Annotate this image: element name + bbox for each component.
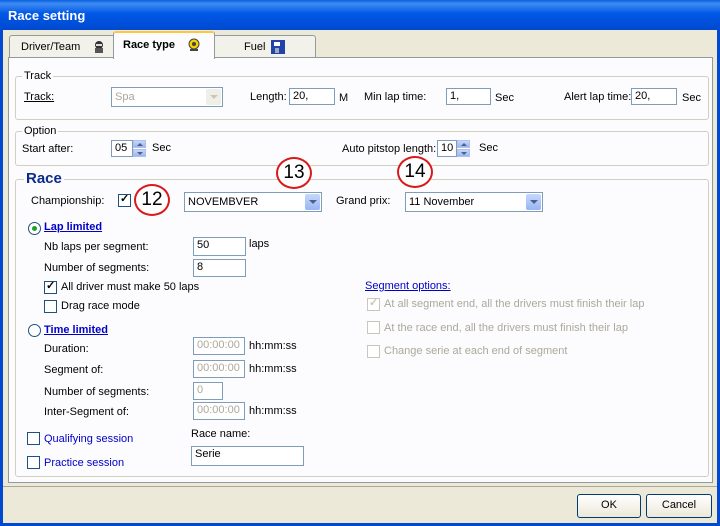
race-end-label: At the race end, all the drivers must fi… — [384, 322, 628, 334]
chevron-down-icon[interactable] — [305, 194, 320, 210]
race-name-input[interactable]: Serie — [191, 446, 304, 466]
pitstop-label: Auto pitstop length: — [342, 143, 437, 155]
track-legend: Track — [22, 70, 54, 82]
segment-of-unit: hh:mm:ss — [249, 363, 297, 375]
option-legend: Option — [22, 125, 59, 137]
fuel-pump-icon — [271, 40, 285, 54]
callout-badge: 12 — [134, 184, 170, 216]
duration-label: Duration: — [44, 343, 89, 355]
race-name-label: Race name: — [191, 428, 251, 440]
ok-button[interactable]: OK — [577, 494, 641, 518]
time-limited-radio[interactable] — [28, 324, 41, 337]
title-bar: Race setting — [0, 0, 720, 30]
race-legend: Race — [24, 170, 64, 187]
track-select-value: Spa — [115, 91, 135, 103]
practice-checkbox[interactable] — [27, 456, 40, 469]
duration-unit: hh:mm:ss — [249, 340, 297, 352]
driver-icon — [95, 41, 103, 53]
nb-laps-label: Nb laps per segment: — [44, 241, 149, 253]
time-segments-input[interactable]: 0 — [193, 382, 223, 400]
lap-limited-radio[interactable] — [28, 222, 41, 235]
lap-segments-label: Number of segments: — [44, 262, 150, 274]
pitstop-spinner[interactable] — [457, 140, 470, 157]
tab-race-type[interactable]: Race type — [113, 31, 215, 59]
qualifying-checkbox[interactable] — [27, 432, 40, 445]
chevron-down-icon[interactable] — [526, 194, 541, 210]
drag-race-label: Drag race mode — [61, 300, 140, 312]
championship-checkbox[interactable]: ✓ — [118, 193, 131, 207]
segment-end-checkbox[interactable]: ✓ — [367, 297, 380, 311]
change-serie-checkbox[interactable] — [367, 345, 380, 358]
grand-prix-select-value: 11 November — [409, 196, 475, 208]
qualifying-label: Qualifying session — [44, 433, 134, 445]
alert-lap-input[interactable]: 20, — [631, 88, 677, 105]
start-after-input[interactable]: 05 — [111, 140, 133, 157]
championship-select-value: NOVEMBVER — [188, 196, 259, 208]
start-after-unit: Sec — [152, 142, 171, 154]
inter-segment-input[interactable]: 00:00:00 — [193, 402, 245, 420]
cancel-button[interactable]: Cancel — [646, 494, 712, 518]
lap-limited-label[interactable]: Lap limited — [44, 221, 102, 233]
all-driver-label: All driver must make 50 laps — [61, 281, 200, 293]
min-lap-unit: Sec — [495, 92, 514, 104]
length-unit: M — [339, 92, 349, 104]
pitstop-input[interactable]: 10 — [437, 140, 457, 157]
segment-of-input[interactable]: 00:00:00 — [193, 360, 245, 378]
nb-laps-unit: laps — [249, 238, 270, 250]
track-label: Track: — [24, 91, 55, 103]
all-driver-checkbox[interactable]: ✓ — [44, 280, 57, 294]
time-segments-label: Number of segments: — [44, 386, 150, 398]
segment-end-label: At all segment end, all the drivers must… — [384, 298, 645, 310]
pitstop-unit: Sec — [479, 142, 498, 154]
race-type-icon — [188, 38, 200, 51]
length-input[interactable]: 20, — [289, 88, 335, 105]
championship-label: Championship: — [31, 195, 105, 207]
tab-fuel-label: Fuel — [244, 41, 266, 53]
grand-prix-label: Grand prix: — [336, 195, 391, 207]
alert-lap-label: Alert lap time: — [564, 91, 632, 103]
footer-divider — [3, 486, 717, 487]
inter-segment-label: Inter-Segment of: — [44, 406, 129, 418]
segment-of-label: Segment of: — [44, 364, 104, 376]
drag-race-checkbox[interactable] — [44, 300, 57, 313]
callout-badge: 14 — [397, 156, 433, 188]
track-select[interactable]: Spa — [111, 87, 223, 107]
length-label: Length: — [250, 91, 287, 103]
tab-driver-team-label: Driver/Team — [21, 41, 81, 53]
race-end-checkbox[interactable] — [367, 321, 380, 334]
min-lap-label: Min lap time: — [364, 91, 427, 103]
callout-badge: 13 — [276, 157, 312, 189]
tab-fuel[interactable]: Fuel — [213, 35, 316, 58]
chevron-down-icon[interactable] — [206, 89, 221, 105]
championship-select[interactable]: NOVEMBVER — [184, 192, 322, 212]
alert-lap-unit: Sec — [682, 92, 701, 104]
grand-prix-select[interactable]: 11 November — [405, 192, 543, 212]
window-title: Race setting — [8, 8, 86, 23]
start-after-label: Start after: — [22, 143, 74, 155]
nb-laps-input[interactable]: 50 — [193, 237, 246, 256]
time-limited-label[interactable]: Time limited — [44, 324, 108, 336]
start-after-spinner[interactable] — [133, 140, 146, 157]
inter-segment-unit: hh:mm:ss — [249, 405, 297, 417]
tab-race-type-label: Race type — [123, 39, 175, 51]
duration-input[interactable]: 00:00:00 — [193, 337, 245, 355]
practice-label: Practice session — [44, 457, 125, 469]
tab-driver-team[interactable]: Driver/Team — [9, 35, 115, 58]
min-lap-input[interactable]: 1, — [446, 88, 491, 105]
lap-segments-input[interactable]: 8 — [193, 259, 246, 277]
change-serie-label: Change serie at each end of segment — [384, 345, 568, 357]
segment-options-title: Segment options: — [365, 280, 451, 292]
